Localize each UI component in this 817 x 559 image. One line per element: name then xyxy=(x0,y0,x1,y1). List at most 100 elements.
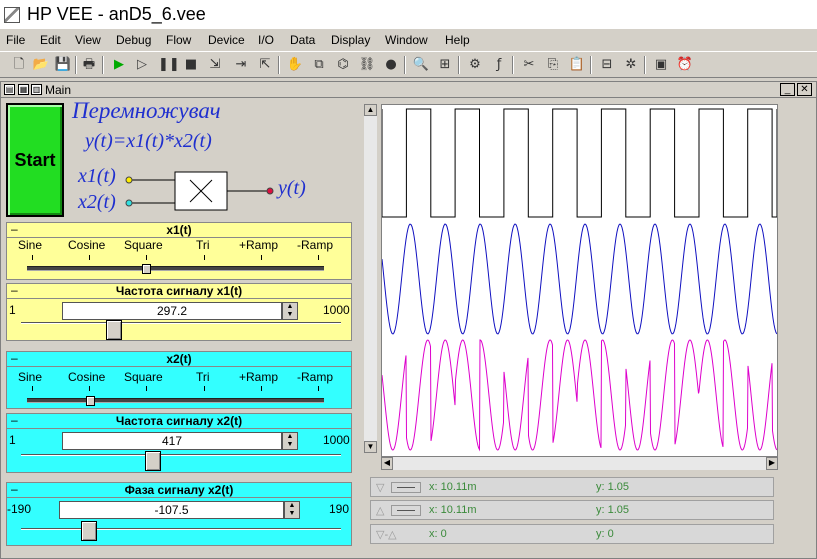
copy-icon[interactable]: ⎘ xyxy=(544,56,562,74)
x2-frequency-title: Частота сигналу x2(t) xyxy=(115,414,243,428)
x2-frequency-spinner[interactable]: ▲ ▼ xyxy=(282,432,298,450)
timer-icon[interactable]: ⏰ xyxy=(676,56,694,74)
step-icon[interactable]: ▷ xyxy=(133,56,151,74)
x2-frequency-panel: – Частота сигналу x2(t) 1 1000 417 ▲ ▼ xyxy=(6,413,352,473)
marker-2-y: y: 1.05 xyxy=(596,504,630,516)
start-button[interactable]: Start xyxy=(6,103,64,217)
window-title: HP VEE - anD5_6.vee xyxy=(27,4,206,24)
x1-option-ramp-down[interactable]: -Ramp xyxy=(297,238,333,252)
create-ui-icon[interactable]: ⊟ xyxy=(598,56,616,74)
trace-square-x1 xyxy=(381,108,778,218)
paste-icon[interactable]: 📋 xyxy=(568,56,586,74)
x2-option-square[interactable]: Square xyxy=(124,370,163,384)
save-icon[interactable]: 💾 xyxy=(54,56,72,74)
properties-icon[interactable]: ⚙ xyxy=(466,56,484,74)
x1-option-sine[interactable]: Sine xyxy=(18,238,42,252)
app-icon[interactable] xyxy=(4,7,20,23)
x1-option-cosine[interactable]: Cosine xyxy=(68,238,105,252)
menu-io[interactable]: I/O xyxy=(258,33,274,47)
x1-frequency-slider[interactable] xyxy=(21,322,341,324)
x1-function-slider-thumb[interactable] xyxy=(142,264,151,274)
x2-option-tri[interactable]: Tri xyxy=(196,370,210,384)
x2-frequency-slider[interactable] xyxy=(21,454,341,456)
new-icon[interactable]: 🗋 xyxy=(10,56,28,74)
x2-phase-slider-thumb[interactable] xyxy=(81,521,97,541)
breakpoint-icon[interactable]: ⛓ xyxy=(358,56,376,74)
panel-view-toggle-icon[interactable]: ▦ xyxy=(18,84,29,95)
x2-phase-input[interactable]: -107.5 xyxy=(59,501,284,519)
diagram-input-x2: x2(t) xyxy=(78,191,116,213)
open-icon[interactable]: 📂 xyxy=(32,56,50,74)
show-flow-icon[interactable]: ⧉ xyxy=(310,56,328,74)
step-out-icon[interactable]: ⇱ xyxy=(256,56,274,74)
scope-vertical-scrollbar[interactable]: ▲ ▼ xyxy=(364,104,377,453)
print-icon[interactable]: 🖶 xyxy=(80,56,98,74)
marker-2-x: x: 10.11m xyxy=(429,504,477,516)
instrument-manager-icon[interactable]: ⊞ xyxy=(436,56,454,74)
panel-view-icon[interactable]: ▣ xyxy=(652,56,670,74)
x2-function-slider[interactable] xyxy=(27,398,324,403)
x1-frequency-input[interactable]: 297.2 xyxy=(62,302,282,320)
menu-file[interactable]: File xyxy=(6,33,25,47)
x1-option-ramp-up[interactable]: +Ramp xyxy=(239,238,278,252)
record-icon[interactable]: ● xyxy=(382,56,400,74)
step-into-icon[interactable]: ⇲ xyxy=(206,56,224,74)
scroll-left-button[interactable]: ◀ xyxy=(381,457,393,470)
scroll-down-button[interactable]: ▼ xyxy=(364,441,377,453)
scope-horizontal-scrollbar[interactable]: ◀ ▶ xyxy=(381,457,778,470)
x2-option-cosine[interactable]: Cosine xyxy=(68,370,105,384)
marker-delta-symbol: ▽-△ xyxy=(376,529,397,541)
x2-phase-spinner[interactable]: ▲ ▼ xyxy=(284,501,300,519)
main-window-titlebar: ▤ ▦ ▥ Main _ ✕ xyxy=(1,82,816,98)
menu-bar: File Edit View Debug Flow Device I/O Dat… xyxy=(0,30,817,50)
marker-readout-2: △ x: 10.11m y: 1.05 xyxy=(370,500,774,520)
pause-icon[interactable]: ❚❚ xyxy=(158,56,180,74)
x2-option-ramp-down[interactable]: -Ramp xyxy=(297,370,333,384)
x2-frequency-input[interactable]: 417 xyxy=(62,432,282,450)
x1-option-tri[interactable]: Tri xyxy=(196,238,210,252)
close-button[interactable]: ✕ xyxy=(797,83,812,96)
trace-product-y xyxy=(381,339,778,452)
debug-options-icon[interactable]: ✲ xyxy=(622,56,640,74)
x2-frequency-slider-thumb[interactable] xyxy=(145,451,161,471)
x2-phase-max: 190 xyxy=(329,502,350,516)
marker-2-trace-selector[interactable] xyxy=(391,505,421,516)
find-icon[interactable]: 🔍 xyxy=(412,56,430,74)
hand-icon[interactable]: ✋ xyxy=(286,56,304,74)
marker-delta-x: x: 0 xyxy=(429,528,447,540)
x2-function-slider-thumb[interactable] xyxy=(86,396,95,406)
step-over-icon[interactable]: ⇥ xyxy=(232,56,250,74)
x2-option-sine[interactable]: Sine xyxy=(18,370,42,384)
run-icon[interactable]: ▶ xyxy=(110,56,128,74)
x1-function-slider[interactable] xyxy=(27,266,324,271)
trace-cosine-x2 xyxy=(381,223,778,335)
x1-option-square[interactable]: Square xyxy=(124,238,163,252)
x1-frequency-slider-thumb[interactable] xyxy=(106,320,122,340)
line-probe-icon[interactable]: ⌬ xyxy=(334,56,352,74)
menu-flow[interactable]: Flow xyxy=(166,33,191,47)
minimize-button[interactable]: _ xyxy=(780,83,795,96)
diagram-output-y: y(t) xyxy=(278,177,306,199)
scroll-up-button[interactable]: ▲ xyxy=(364,104,377,116)
x2-phase-panel: – Фаза сигналу x2(t) -190 190 -107.5 ▲ ▼ xyxy=(6,482,352,546)
window-menu-icon[interactable]: ▤ xyxy=(4,84,15,95)
waveform-display[interactable] xyxy=(381,104,778,457)
cut-icon[interactable]: ✂ xyxy=(520,56,538,74)
menu-window[interactable]: Window xyxy=(385,33,428,47)
menu-debug[interactable]: Debug xyxy=(116,33,151,47)
scroll-right-button[interactable]: ▶ xyxy=(766,457,778,470)
menu-display[interactable]: Display xyxy=(331,33,370,47)
x2-option-ramp-up[interactable]: +Ramp xyxy=(239,370,278,384)
stop-icon[interactable]: ■ xyxy=(182,56,200,74)
x1-frequency-spinner[interactable]: ▲ ▼ xyxy=(282,302,298,320)
marker-1-trace-selector[interactable] xyxy=(391,482,421,493)
detail-view-toggle-icon[interactable]: ▥ xyxy=(31,84,42,95)
menu-edit[interactable]: Edit xyxy=(40,33,61,47)
formula-icon[interactable]: ƒ xyxy=(490,56,508,74)
menu-data[interactable]: Data xyxy=(290,33,315,47)
menu-help[interactable]: Help xyxy=(445,33,470,47)
x2-function-panel: – x2(t) Sine Cosine Square Tri +Ramp -Ram… xyxy=(6,351,352,409)
x2-phase-slider[interactable] xyxy=(21,528,341,530)
menu-view[interactable]: View xyxy=(75,33,101,47)
menu-device[interactable]: Device xyxy=(208,33,245,47)
